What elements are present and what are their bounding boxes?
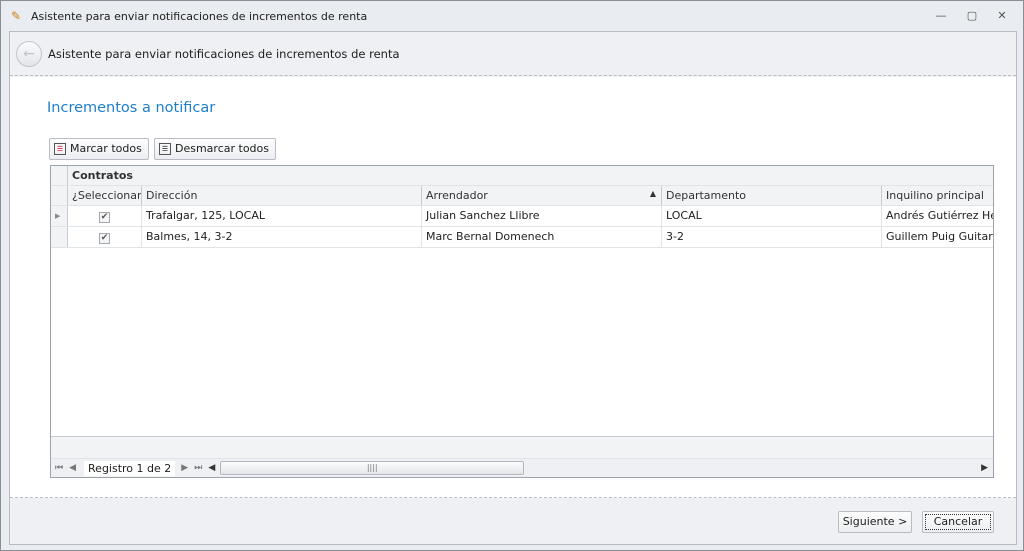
cell-arrendador: Marc Bernal Domenech [422, 227, 662, 247]
cell-departamento: 3-2 [662, 227, 882, 247]
horizontal-scrollbar-thumb[interactable]: |||| [220, 461, 525, 475]
grid-footer [51, 436, 993, 458]
cell-direccion: Balmes, 14, 3-2 [142, 227, 422, 247]
indicator-header [51, 186, 68, 205]
maximize-button[interactable]: ▢ [965, 9, 979, 23]
select-checkbox[interactable]: ✔ [99, 212, 110, 223]
list-icon: ☰ [159, 143, 171, 155]
row-indicator-icon: ▶ [51, 206, 68, 226]
window-title: Asistente para enviar notificaciones de … [31, 10, 368, 23]
sort-ascending-icon: ▲ [649, 189, 656, 198]
unmark-all-button[interactable]: ☰ Desmarcar todos [154, 138, 276, 160]
record-indicator: Registro 1 de 2 [84, 460, 176, 476]
cell-direccion: Trafalgar, 125, LOCAL [142, 206, 422, 226]
select-cell: ✔ [68, 206, 142, 226]
wizard-header: ← Asistente para enviar notificaciones d… [10, 32, 1016, 76]
page-title: Incrementos a notificar [47, 100, 216, 116]
app-icon: ✎ [11, 9, 22, 23]
select-checkbox[interactable]: ✔ [99, 233, 110, 244]
unmark-all-label: Desmarcar todos [175, 142, 269, 155]
row-indicator [51, 227, 68, 247]
wizard-page: Incrementos a notificar ☰ Marcar todos ☰ D… [10, 77, 1016, 498]
list-check-icon: ☰ [54, 143, 66, 155]
first-record-icon[interactable]: ⏮ [55, 463, 63, 473]
table-row[interactable]: ✔ Balmes, 14, 3-2 Marc Bernal Domenech 3… [51, 227, 993, 248]
contracts-grid: Contratos ¿Seleccionar? Dirección Arrend… [50, 165, 994, 478]
select-cell: ✔ [68, 227, 142, 247]
close-button[interactable]: ✕ [995, 9, 1009, 23]
table-row[interactable]: ▶ ✔ Trafalgar, 125, LOCAL Julian Sanchez… [51, 206, 993, 227]
cell-inquilino: Andrés Gutiérrez Herede [886, 209, 993, 222]
minimize-button[interactable]: — [934, 9, 948, 23]
title-bar: ✎ Asistente para enviar notificaciones d… [1, 1, 1023, 31]
column-header-select[interactable]: ¿Seleccionar? [68, 186, 142, 205]
next-button[interactable]: Siguiente > [838, 511, 912, 533]
grid-navigator: ⏮ ◀ Registro 1 de 2 ▶ ⏭ ◀ |||| ▶ [51, 458, 993, 477]
cancel-button[interactable]: Cancelar [922, 511, 994, 533]
column-header-arrendador[interactable]: Arrendador ▲ [422, 186, 662, 205]
wizard-header-title: Asistente para enviar notificaciones de … [48, 47, 400, 61]
wizard-body: ← Asistente para enviar notificaciones d… [9, 31, 1017, 545]
mark-all-label: Marcar todos [70, 142, 142, 155]
previous-record-icon[interactable]: ◀ [69, 463, 76, 473]
cell-arrendador: Julian Sanchez Llibre [422, 206, 662, 226]
column-header-inquilino[interactable]: Inquilino principal [882, 186, 993, 205]
back-arrow-icon[interactable]: ← [16, 41, 42, 67]
column-header-row: ¿Seleccionar? Dirección Arrendador ▲ Depa… [51, 186, 993, 206]
wizard-window: ✎ Asistente para enviar notificaciones d… [0, 0, 1024, 551]
group-row: Contratos [51, 166, 993, 186]
indicator-header [51, 166, 68, 185]
scroll-right-icon[interactable]: ▶ [981, 463, 988, 473]
mark-all-button[interactable]: ☰ Marcar todos [49, 138, 149, 160]
cell-departamento: LOCAL [662, 206, 882, 226]
next-record-icon[interactable]: ▶ [181, 463, 188, 473]
cell-inquilino: Guillem Puig Guitart [886, 230, 993, 243]
column-header-direccion[interactable]: Dirección [142, 186, 422, 205]
wizard-buttons: Siguiente > Cancelar [838, 511, 994, 533]
column-label: Arrendador [426, 189, 488, 202]
scroll-left-icon[interactable]: ◀ [208, 463, 215, 473]
last-record-icon[interactable]: ⏭ [194, 463, 202, 473]
group-header: Contratos [68, 166, 993, 185]
column-header-departamento[interactable]: Departamento [662, 186, 882, 205]
